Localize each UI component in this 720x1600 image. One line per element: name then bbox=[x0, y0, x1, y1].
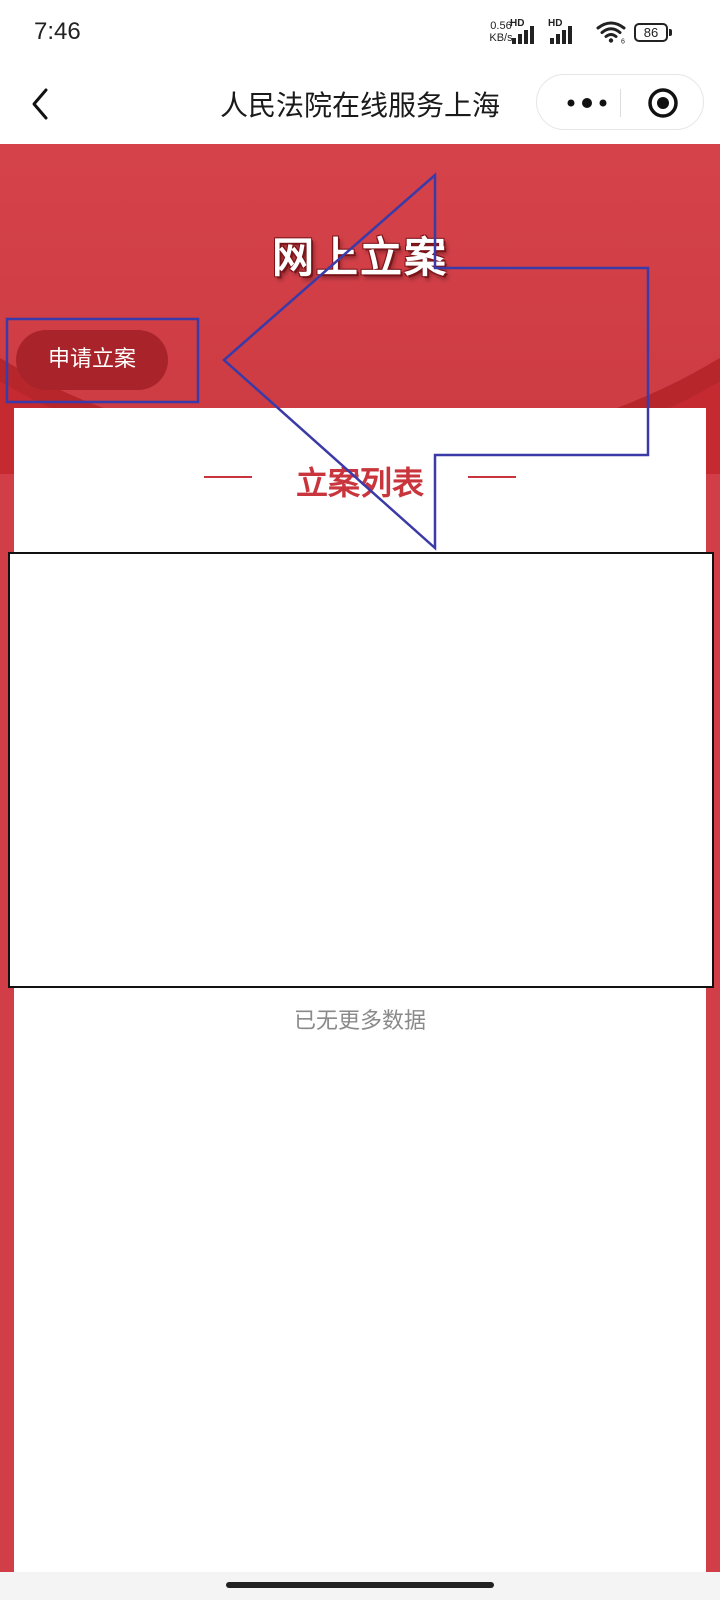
status-time: 7:46 bbox=[34, 18, 81, 45]
nav-bar: 人民法院在线服务上海 bbox=[0, 64, 720, 144]
header-line-right bbox=[468, 476, 516, 478]
more-icon[interactable] bbox=[561, 75, 615, 131]
battery-icon: 86 bbox=[634, 23, 672, 42]
wifi-icon: 6 bbox=[596, 21, 626, 45]
capsule-divider bbox=[620, 89, 621, 117]
list-title: 立案列表 bbox=[295, 464, 424, 502]
signal-icon: HD bbox=[510, 18, 544, 44]
home-indicator[interactable] bbox=[226, 1582, 494, 1588]
wifi-label: 6 bbox=[621, 39, 625, 45]
banner-title: 网上立案 bbox=[271, 233, 448, 282]
back-icon[interactable] bbox=[26, 84, 56, 124]
status-bar: 7:46 0.56 KB/s HD HD 6 86 bbox=[0, 0, 720, 64]
mini-program-capsule bbox=[536, 74, 704, 130]
page-title: 人民法院在线服务上海 bbox=[219, 89, 500, 122]
list-header: 立案列表 bbox=[14, 448, 706, 508]
signal-icon: HD bbox=[548, 18, 582, 44]
battery-level: 86 bbox=[634, 23, 668, 42]
no-more-data-text: 已无更多数据 bbox=[293, 1009, 426, 1034]
target-icon[interactable] bbox=[647, 87, 679, 119]
header-line-left bbox=[204, 476, 252, 478]
bottom-gesture-bar bbox=[0, 1572, 720, 1600]
case-list-area bbox=[8, 552, 714, 988]
apply-case-button[interactable]: 申请立案 bbox=[16, 330, 168, 390]
